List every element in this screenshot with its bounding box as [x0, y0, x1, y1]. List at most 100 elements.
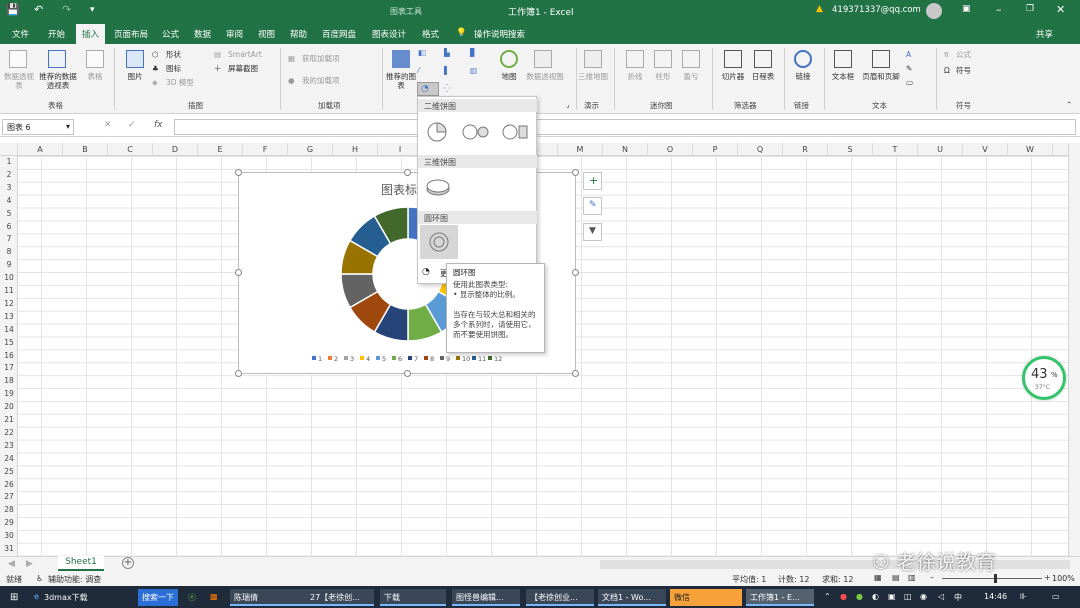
icons-button[interactable]: 图标 — [166, 64, 181, 73]
pie-3d-icon[interactable] — [426, 177, 450, 197]
tab-help[interactable]: 帮助 — [290, 28, 307, 40]
header-footer-button[interactable]: 页眉和页脚 — [858, 72, 904, 81]
column-header-d[interactable]: D — [153, 143, 198, 156]
row-header-31[interactable]: 31 — [0, 543, 18, 556]
doughnut-option-hovered[interactable] — [420, 225, 458, 259]
network-icon[interactable]: ◉ — [916, 589, 931, 606]
tell-me-search[interactable]: 操作说明搜索 — [474, 28, 525, 40]
column-header-s[interactable]: S — [828, 143, 873, 156]
sparkline-column-button[interactable]: 柱形 — [650, 72, 676, 81]
close-icon[interactable]: ✕ — [1056, 3, 1065, 16]
tab-home[interactable]: 开始 — [48, 28, 65, 40]
column-header-a[interactable]: A — [18, 143, 63, 156]
sheet-tab-sheet1[interactable]: Sheet1 — [58, 556, 104, 571]
row-header-7[interactable]: 7 — [0, 233, 18, 246]
pie-chart-dropdown-button[interactable]: ◔ — [417, 82, 439, 96]
models3d-button[interactable]: 3D 模型 — [166, 78, 194, 87]
horizontal-scrollbar[interactable] — [600, 560, 1070, 569]
tab-formulas[interactable]: 公式 — [162, 28, 179, 40]
ribbon-display-icon[interactable]: ▣ — [962, 4, 971, 14]
column-header-q[interactable]: Q — [738, 143, 783, 156]
resize-handle[interactable] — [572, 169, 579, 176]
row-header-16[interactable]: 16 — [0, 350, 18, 363]
taskbar-item-3dmax[interactable]: 3dmax下载 — [40, 589, 132, 606]
clock-time[interactable]: 14:46 — [980, 589, 1011, 606]
enter-icon[interactable]: ✓ — [128, 120, 136, 130]
column-header-w[interactable]: W — [1008, 143, 1053, 156]
zoom-slider[interactable] — [942, 578, 1042, 579]
scroll-right-icon[interactable]: ▶ — [26, 559, 33, 569]
row-header-6[interactable]: 6 — [0, 221, 18, 234]
scatter-chart-icon[interactable]: ⁛ — [444, 84, 450, 93]
restore-icon[interactable]: ❐ — [1026, 4, 1034, 14]
get-addins-button[interactable]: 获取加载项 — [302, 54, 340, 63]
equation-button[interactable]: 公式 — [956, 50, 971, 59]
chart-filters-button[interactable]: ▼ — [583, 223, 602, 241]
collapse-ribbon-icon[interactable]: ⌃ — [1066, 100, 1072, 109]
customize-qat-icon[interactable]: ▾ — [90, 5, 95, 15]
tray-app-icon[interactable]: ● — [836, 589, 851, 606]
row-header-10[interactable]: 10 — [0, 272, 18, 285]
windows-start-icon[interactable]: ⊞ — [6, 589, 22, 606]
user-account[interactable]: 419371337@qq.com — [832, 5, 921, 15]
row-header-15[interactable]: 15 — [0, 337, 18, 350]
screenshot-button[interactable]: 屏幕截图 — [228, 64, 258, 73]
column-header-b[interactable]: B — [63, 143, 108, 156]
maps-button[interactable]: 地图 — [496, 72, 522, 81]
taskbar-item-folder2[interactable]: 27【老徐创... — [306, 589, 374, 606]
column-header-t[interactable]: T — [873, 143, 918, 156]
accessibility-status[interactable]: 辅助功能: 调查 — [48, 574, 101, 585]
charts-dialog-launcher-icon[interactable]: ⌟ — [566, 100, 570, 109]
taskbar-item-tuguaishou[interactable]: 图怪兽编辑... — [452, 589, 520, 606]
row-header-23[interactable]: 23 — [0, 440, 18, 453]
picture-button[interactable]: 图片 — [120, 72, 150, 81]
tray-chevron-icon[interactable]: ⌃ — [820, 589, 835, 606]
app-icon[interactable]: ▩ — [206, 589, 222, 606]
line-chart-icon[interactable]: ⁄ — [418, 66, 419, 75]
row-header-27[interactable]: 27 — [0, 491, 18, 504]
row-header-21[interactable]: 21 — [0, 414, 18, 427]
column-header-u[interactable]: U — [918, 143, 963, 156]
symbol-button[interactable]: 符号 — [956, 66, 971, 75]
taskbar-search-button[interactable]: 搜索一下 — [138, 589, 178, 606]
chart-styles-button[interactable]: ✎ — [583, 197, 602, 215]
bar-of-pie-icon[interactable] — [502, 123, 530, 141]
smartart-button[interactable]: SmartArt — [228, 50, 262, 59]
signature-icon[interactable]: ✎ — [906, 64, 912, 73]
my-addins-button[interactable]: 我的加载项 — [302, 76, 340, 85]
row-header-12[interactable]: 12 — [0, 298, 18, 311]
row-header-1[interactable]: 1 — [0, 156, 18, 169]
combo-chart-icon[interactable]: ▥ — [470, 66, 477, 75]
resize-handle[interactable] — [235, 370, 242, 377]
textbox-button[interactable]: 文本框 — [828, 72, 858, 81]
resize-handle[interactable] — [404, 169, 411, 176]
name-box[interactable]: 图表 6 ▾ — [2, 119, 74, 135]
row-header-5[interactable]: 5 — [0, 208, 18, 221]
column-header-g[interactable]: G — [288, 143, 333, 156]
row-header-20[interactable]: 20 — [0, 401, 18, 414]
tab-page-layout[interactable]: 页面布局 — [114, 28, 148, 40]
column-header-e[interactable]: E — [198, 143, 243, 156]
column-header-f[interactable]: F — [243, 143, 288, 156]
table-button[interactable]: 表格 — [82, 72, 108, 81]
volume-icon[interactable]: ◁ — [934, 589, 948, 606]
ime-icon[interactable]: 中 — [950, 589, 966, 606]
ie-icon[interactable]: ⓔ — [184, 589, 200, 606]
pie-icon[interactable] — [426, 121, 448, 143]
column-header-o[interactable]: O — [648, 143, 693, 156]
tab-view[interactable]: 视图 — [258, 28, 275, 40]
taskbar-item-wechat[interactable]: 微信 — [670, 589, 742, 606]
tray-app-icon[interactable]: ▣ — [884, 589, 900, 606]
zoom-slider-thumb[interactable] — [994, 574, 997, 583]
slicer-button[interactable]: 切片器 — [716, 72, 750, 81]
object-icon[interactable]: ▭ — [906, 78, 913, 87]
row-header-17[interactable]: 17 — [0, 362, 18, 375]
resize-handle[interactable] — [235, 169, 242, 176]
row-header-3[interactable]: 3 — [0, 182, 18, 195]
row-header-25[interactable]: 25 — [0, 466, 18, 479]
taskbar-item-downloads[interactable]: 下载 — [380, 589, 446, 606]
pivot-table-button[interactable]: 数据透视表 — [2, 72, 36, 90]
chevron-down-icon[interactable]: ▾ — [66, 122, 70, 131]
taskbar-item-word2[interactable]: 文档1 - Wo... — [598, 589, 666, 606]
column-header-n[interactable]: N — [603, 143, 648, 156]
